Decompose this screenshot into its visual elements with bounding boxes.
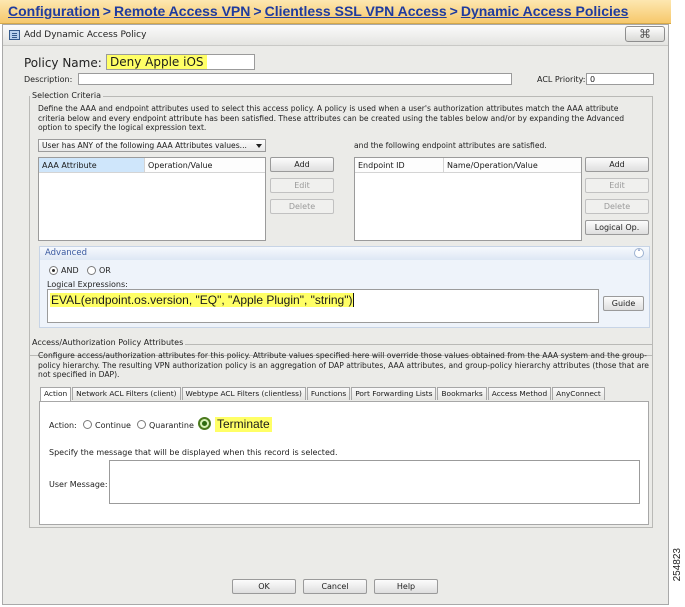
breadcrumb-separator: > [449,3,458,19]
logical-op-button[interactable]: Logical Op. [585,220,649,235]
and-label: AND [61,266,79,275]
endpoint-id-column[interactable]: Endpoint ID [355,158,444,173]
tab-action[interactable]: Action [40,387,72,401]
breadcrumb-remote-access-vpn[interactable]: Remote Access VPN [114,3,250,19]
quarantine-radio[interactable] [137,420,146,429]
endpoint-edit-button[interactable]: Edit [585,178,649,193]
terminate-radio[interactable] [198,417,211,430]
user-message-label: User Message: [49,480,108,489]
action-label: Action: [49,421,77,430]
or-label: OR [99,266,111,275]
aaa-match-select[interactable]: User has ANY of the following AAA Attrib… [38,139,266,152]
selection-criteria-description: Define the AAA and endpoint attributes u… [38,104,625,132]
advanced-header[interactable]: Advanced ˄ [40,247,649,260]
tab-webtype-acl-filters[interactable]: Webtype ACL Filters (clientless) [181,387,306,400]
message-hint: Specify the message that will be display… [49,448,338,457]
aaa-delete-button[interactable]: Delete [270,199,334,214]
terminate-label: Terminate [215,417,272,432]
figure-number: 254823 [672,548,683,582]
policy-name-field[interactable]: Deny Apple iOS [106,54,255,70]
logical-expression-field[interactable]: EVAL(endpoint.os.version, "EQ", "Apple P… [47,289,599,323]
close-icon: ⌘ [639,27,651,41]
policy-name-value: Deny Apple iOS [107,55,207,69]
advanced-panel: Advanced ˄ AND OR Logical Expressions: E… [39,246,650,328]
breadcrumb-dynamic-access-policies[interactable]: Dynamic Access Policies [461,3,629,19]
access-policy-description: Configure access/authorization attribute… [38,351,649,379]
guide-button[interactable]: Guide [603,296,644,311]
dialog-title: Add Dynamic Access Policy [24,30,147,40]
help-button[interactable]: Help [374,579,438,594]
endpoint-delete-button[interactable]: Delete [585,199,649,214]
tab-bookmarks[interactable]: Bookmarks [437,387,487,400]
endpoint-add-button[interactable]: Add [585,157,649,172]
close-button[interactable]: ⌘ [625,26,665,42]
tab-port-forwarding-lists[interactable]: Port Forwarding Lists [351,387,437,400]
breadcrumb-configuration[interactable]: Configuration [8,3,100,19]
tab-anyconnect[interactable]: AnyConnect [552,387,605,400]
endpoint-criteria-text: and the following endpoint attributes ar… [354,141,547,150]
add-dap-dialog: Add Dynamic Access Policy ⌘ Policy Name:… [2,24,669,605]
tab-access-method[interactable]: Access Method [487,387,552,400]
description-field[interactable] [78,73,512,85]
continue-radio[interactable] [83,420,92,429]
aaa-edit-button[interactable]: Edit [270,178,334,193]
breadcrumb-separator: > [102,3,111,19]
tab-strip: Action Network ACL Filters (client) Webt… [40,387,605,401]
acl-priority-field[interactable]: 0 [586,73,654,85]
description-label: Description: [24,75,73,84]
endpoint-attribute-table[interactable]: Endpoint ID Name/Operation/Value [354,157,582,241]
breadcrumb-clientless-ssl-vpn[interactable]: Clientless SSL VPN Access [265,3,447,19]
logical-expression-value: EVAL(endpoint.os.version, "EQ", "Apple P… [50,293,355,307]
aaa-attribute-column[interactable]: AAA Attribute [39,158,145,173]
continue-label: Continue [95,421,131,430]
operation-value-column[interactable]: Operation/Value [145,158,265,173]
or-radio[interactable] [87,266,96,275]
user-message-field[interactable] [109,460,640,504]
acl-priority-label: ACL Priority: [537,75,586,84]
ok-button[interactable]: OK [232,579,296,594]
dialog-titlebar: Add Dynamic Access Policy ⌘ [3,25,668,46]
action-tab-panel: Action: Continue Quarantine Terminate Sp… [39,401,649,525]
aaa-match-selected: User has ANY of the following AAA Attrib… [42,141,247,150]
aaa-add-button[interactable]: Add [270,157,334,172]
advanced-title: Advanced [45,248,87,258]
breadcrumb: Configuration > Remote Access VPN > Clientle… [0,0,671,24]
cancel-button[interactable]: Cancel [303,579,367,594]
collapse-icon[interactable]: ˄ [634,248,644,258]
policy-name-label: Policy Name: [24,56,102,70]
access-policy-legend: Access/Authorization Policy Attributes [30,338,186,347]
window-icon [9,30,20,40]
logical-expressions-label: Logical Expressions: [47,280,128,289]
aaa-attribute-table[interactable]: AAA Attribute Operation/Value [38,157,266,241]
name-operation-value-column[interactable]: Name/Operation/Value [444,158,581,173]
chevron-down-icon [256,144,262,148]
tab-network-acl-filters[interactable]: Network ACL Filters (client) [72,387,181,400]
breadcrumb-separator: > [253,3,262,19]
tab-functions[interactable]: Functions [306,387,351,400]
quarantine-label: Quarantine [149,421,194,430]
and-radio[interactable] [49,266,58,275]
selection-criteria-legend: Selection Criteria [30,91,103,100]
